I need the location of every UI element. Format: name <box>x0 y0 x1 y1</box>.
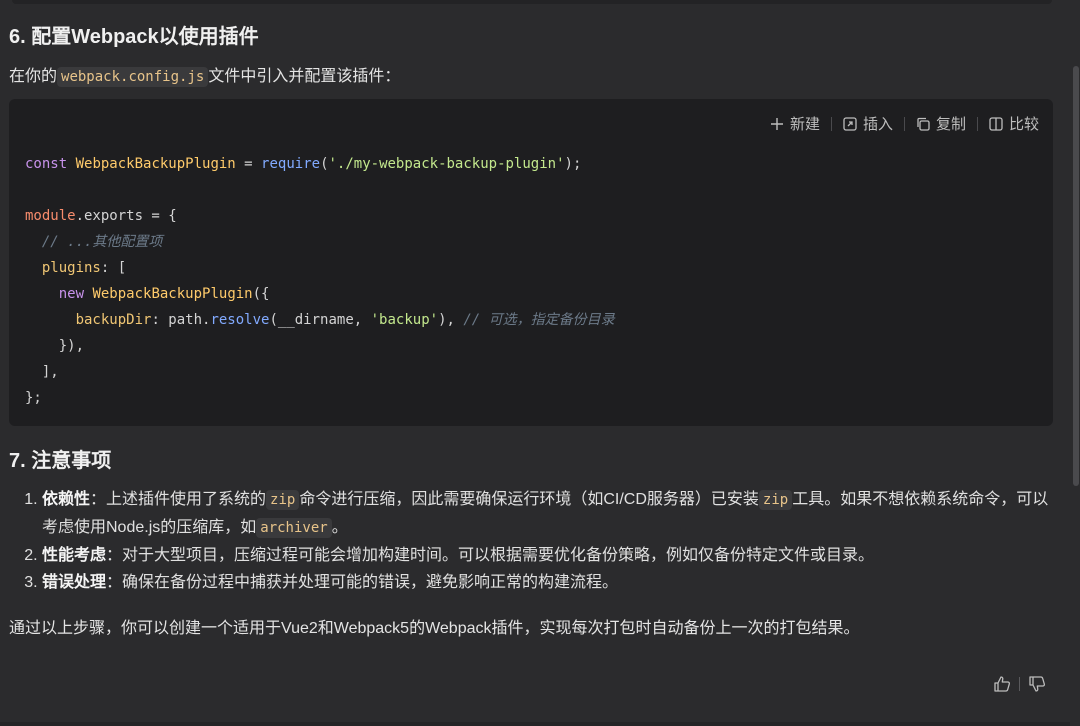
code-token: ); <box>564 156 582 172</box>
note-text: ：上述插件使用了系统的 <box>90 491 267 508</box>
list-item: 性能考虑：对于大型项目，压缩过程可能会增加构建时间。可以根据需要优化备份策略，例… <box>42 542 1062 569</box>
code-token: resolve <box>210 312 270 328</box>
code-token: const <box>25 156 68 172</box>
thumbs-down-icon[interactable] <box>1028 675 1046 693</box>
new-label: 新建 <box>789 116 820 133</box>
notes-list: 依赖性：上述插件使用了系统的zip命令进行压缩，因此需要确保运行环境（如CI/C… <box>22 486 1062 596</box>
code-token: ], <box>41 364 59 380</box>
toolbar-divider <box>830 116 832 131</box>
plus-icon <box>770 117 783 130</box>
toolbar-divider <box>976 116 978 131</box>
code-token: ({ <box>252 286 270 302</box>
insert-icon <box>843 116 857 131</box>
code-token: 'backup' <box>370 312 439 328</box>
code-token: = <box>235 156 262 172</box>
note-text: 。 <box>331 519 348 536</box>
code-toolbar: 新建 插入 复制 比较 <box>770 113 1039 134</box>
compare-label: 比较 <box>1008 116 1039 133</box>
inline-code: zip <box>758 490 793 510</box>
code-token: (__dirname, <box>269 312 371 328</box>
inline-code: zip <box>266 490 300 510</box>
feedback-divider <box>1019 677 1020 691</box>
intro-paragraph: 在你的 webpack.config.js 文件中引入并配置该插件： <box>9 62 401 87</box>
feedback-bar <box>993 675 1046 693</box>
list-item: 依赖性：上述插件使用了系统的zip命令进行压缩，因此需要确保运行环境（如CI/C… <box>42 486 1062 542</box>
code-comment: // ...其他配置项 <box>41 234 163 250</box>
note-text: ：对于大型项目，压缩过程可能会增加构建时间。可以根据需要优化备份策略，例如仅备份… <box>106 547 875 564</box>
copy-button[interactable]: 复制 <box>916 113 966 134</box>
code-token: ), <box>438 312 464 328</box>
code-token: WebpackBackupPlugin <box>75 156 236 172</box>
code-token: WebpackBackupPlugin <box>92 286 253 302</box>
code-comment: // 可选，指定备份目录 <box>463 312 615 328</box>
code-token: module <box>25 208 76 224</box>
code-token: .exports = { <box>75 208 177 224</box>
code-token: new <box>58 286 85 302</box>
intro-prefix: 在你的 <box>9 68 58 85</box>
copy-icon <box>917 117 930 131</box>
inline-code: archiver <box>256 518 332 538</box>
copy-label: 复制 <box>935 116 966 133</box>
code-token: : [ <box>100 260 127 276</box>
bottom-edge <box>0 722 1070 726</box>
toolbar-divider <box>903 116 905 131</box>
summary-paragraph: 通过以上步骤，你可以创建一个适用于Vue2和Webpack5的Webpack插件… <box>9 620 860 637</box>
intro-suffix: 文件中引入并配置该插件： <box>208 68 401 85</box>
code-token: plugins <box>41 260 101 276</box>
code-token: require <box>261 156 321 172</box>
insert-button[interactable]: 插入 <box>843 113 893 134</box>
inline-code-filename: webpack.config.js <box>57 67 209 87</box>
insert-label: 插入 <box>862 116 893 133</box>
code-token: }), <box>58 338 85 354</box>
note-text: ：确保在备份过程中捕获并处理可能的错误，避免影响正常的构建流程。 <box>106 574 619 591</box>
thumbs-up-icon[interactable] <box>993 675 1011 693</box>
compare-icon <box>989 116 1003 131</box>
note-label: 依赖性 <box>42 491 91 508</box>
top-panel-edge <box>12 0 1052 4</box>
new-button[interactable]: 新建 <box>770 113 820 134</box>
list-item: 错误处理：确保在备份过程中捕获并处理可能的错误，避免影响正常的构建流程。 <box>42 569 1062 596</box>
code-content: const WebpackBackupPlugin = require('./m… <box>25 156 615 406</box>
scrollbar[interactable] <box>1072 0 1080 726</box>
compare-button[interactable]: 比较 <box>989 113 1039 134</box>
code-token: : path. <box>151 312 211 328</box>
code-token: './my-webpack-backup-plugin' <box>328 156 565 172</box>
note-text: 命令进行压缩，因此需要确保运行环境（如CI/CD服务器）已安装 <box>299 491 759 508</box>
code-token: backupDir <box>75 312 152 328</box>
section-7-heading: 7. 注意事项 <box>9 450 112 472</box>
code-block: 新建 插入 复制 比较 const WebpackBackupPlugin = … <box>9 99 1053 426</box>
code-token: }; <box>25 390 42 406</box>
scrollbar-thumb[interactable] <box>1073 66 1079 486</box>
note-label: 性能考虑 <box>42 547 107 564</box>
note-label: 错误处理 <box>42 574 107 591</box>
section-6-heading: 6. 配置Webpack以使用插件 <box>9 26 259 48</box>
